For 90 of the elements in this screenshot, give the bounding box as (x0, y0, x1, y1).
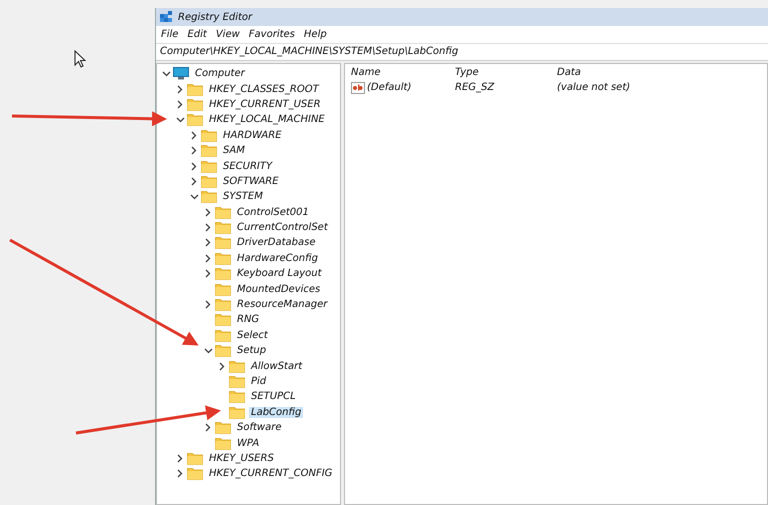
chevron-right-icon[interactable] (191, 130, 197, 140)
tree-item[interactable]: HardwareConfig (235, 252, 320, 264)
string-value-icon (351, 82, 365, 94)
tree-item[interactable]: WPA (235, 438, 262, 449)
chevron-right-icon[interactable] (177, 100, 183, 109)
chevron-right-icon[interactable] (205, 269, 211, 278)
tree-item[interactable]: HKEY_CLASSES_ROOT (207, 84, 321, 95)
tree-item[interactable]: HKEY_USERS (207, 452, 276, 464)
folder-icon (215, 236, 231, 250)
tree-item[interactable]: AllowStart (249, 360, 304, 372)
chevron-down-icon[interactable] (176, 116, 184, 123)
folder-icon (201, 190, 217, 204)
folder-icon (229, 360, 245, 373)
menu-item[interactable]: Favorites (248, 29, 295, 40)
tree-item[interactable]: HARDWARE (221, 130, 284, 141)
folder-icon (215, 328, 231, 342)
folder-icon (201, 144, 217, 158)
menu-item[interactable]: File (161, 29, 178, 40)
tree-item[interactable]: Select (235, 330, 270, 341)
chevron-down-icon[interactable] (162, 70, 170, 77)
value-name: (Default) (367, 82, 412, 93)
chevron-down-icon[interactable] (190, 194, 198, 200)
column-header[interactable]: Data (557, 67, 707, 78)
menu-item[interactable]: Edit (187, 29, 207, 40)
chevron-right-icon[interactable] (191, 162, 197, 171)
chevron-right-icon[interactable] (205, 300, 211, 310)
tree-item[interactable]: LabConfig (249, 406, 304, 418)
chevron-right-icon[interactable] (205, 254, 211, 263)
tree-item[interactable]: ControlSet001 (235, 206, 311, 218)
chevron-right-icon[interactable] (191, 146, 197, 156)
folder-icon (187, 467, 203, 480)
chevron-right-icon[interactable] (205, 223, 211, 232)
tree-item[interactable]: Computer (193, 68, 247, 80)
chevron-right-icon[interactable] (205, 208, 211, 217)
folder-icon (215, 298, 231, 312)
chevron-right-icon[interactable] (219, 362, 225, 371)
folder-icon (215, 313, 231, 326)
chevron-down-icon[interactable] (204, 348, 212, 354)
tree-item[interactable]: Setup (235, 345, 268, 356)
menu-item[interactable]: View (216, 29, 240, 40)
tree-item[interactable]: SYSTEM (221, 191, 265, 202)
folder-icon (215, 436, 231, 450)
tree-item[interactable]: ResourceManager (235, 299, 330, 310)
value-type: REG_SZ (455, 82, 496, 93)
folder-icon (187, 452, 203, 465)
chevron-right-icon[interactable] (177, 469, 183, 478)
folder-icon (201, 174, 217, 188)
folder-icon (201, 128, 217, 142)
column-header[interactable]: Type (455, 67, 557, 78)
tree-item[interactable]: SECURITY (221, 160, 274, 172)
tree-item[interactable]: SETUPCL (249, 391, 298, 402)
tree-item[interactable]: RNG (235, 314, 262, 326)
value-data: (value not set) (557, 82, 632, 93)
folder-icon (215, 267, 231, 280)
tree-item[interactable]: MountedDevices (235, 284, 322, 295)
tree-item[interactable]: HKEY_CURRENT_USER (207, 98, 323, 110)
folder-icon (215, 344, 231, 358)
tree-item[interactable]: CurrentControlSet (235, 222, 330, 234)
chevron-right-icon[interactable] (205, 423, 211, 432)
folder-icon (201, 160, 217, 173)
tree-item[interactable]: Software (235, 422, 284, 434)
chevron-right-icon[interactable] (177, 454, 183, 463)
tree-item[interactable]: SOFTWARE (221, 176, 281, 187)
folder-icon (187, 98, 203, 111)
mouse-pointer-icon (74, 50, 86, 68)
menu-item[interactable]: Help (304, 29, 327, 40)
tree-item[interactable]: HKEY_CURRENT_CONFIG (207, 468, 334, 480)
column-header[interactable]: Name (351, 67, 455, 78)
folder-icon (215, 206, 231, 219)
folder-icon (187, 113, 203, 126)
monitor-icon (173, 67, 189, 80)
folder-icon (215, 282, 231, 296)
tree-item[interactable]: SAM (221, 145, 247, 156)
tree-item[interactable]: Pid (249, 376, 268, 387)
chevron-right-icon[interactable] (205, 238, 211, 248)
folder-icon (215, 252, 231, 265)
folder-icon (229, 390, 245, 404)
window-title: Registry Editor (178, 12, 252, 22)
address-bar[interactable]: Computer\HKEY_LOCAL_MACHINE\SYSTEM\Setup\LabConfig (156, 43, 768, 61)
registry-cubes-icon (159, 10, 173, 24)
folder-icon (229, 406, 245, 419)
folder-icon (215, 421, 231, 434)
folder-icon (187, 82, 203, 96)
chevron-right-icon[interactable] (177, 84, 183, 94)
tree-item[interactable]: HKEY_LOCAL_MACHINE (207, 114, 327, 126)
folder-icon (215, 221, 231, 234)
folder-icon (229, 375, 245, 388)
tree-item[interactable]: Keyboard Layout (235, 268, 324, 280)
tree-item[interactable]: DriverDatabase (235, 237, 318, 248)
chevron-right-icon[interactable] (191, 176, 197, 186)
